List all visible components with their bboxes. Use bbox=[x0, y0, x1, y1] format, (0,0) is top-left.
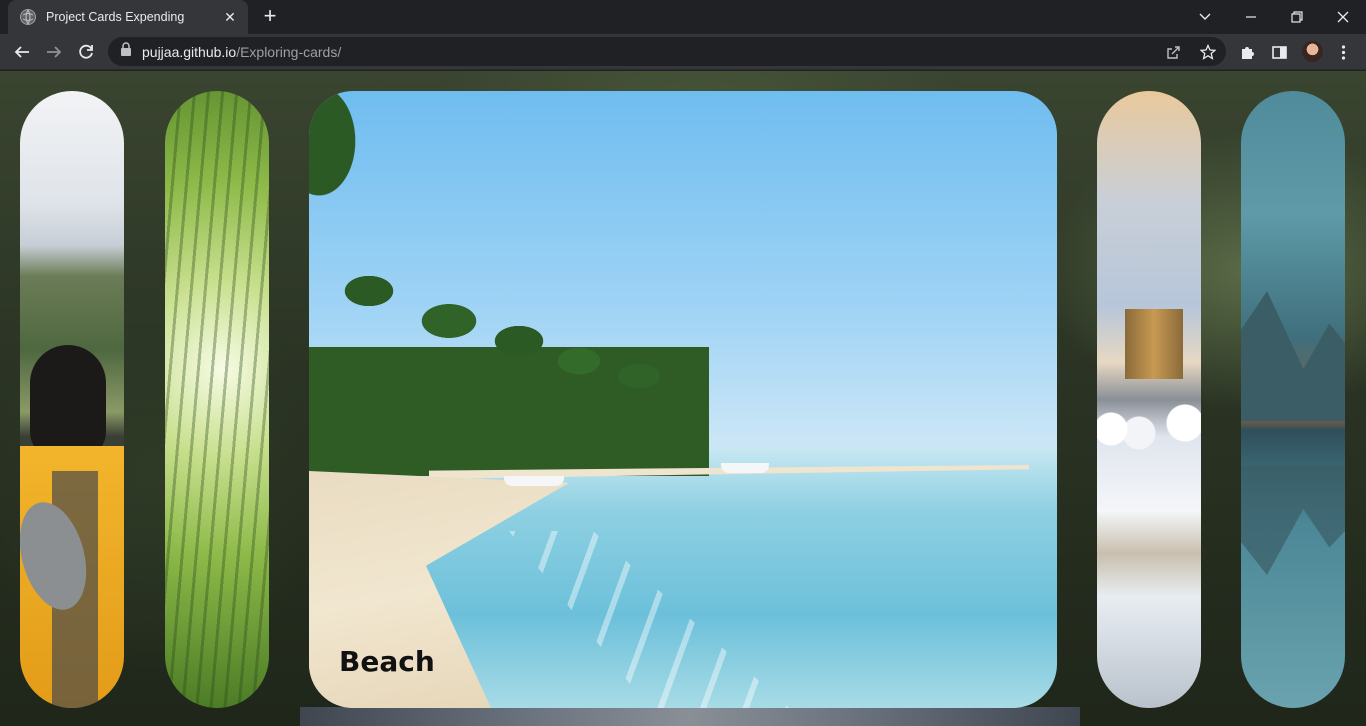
chevron-down-icon[interactable] bbox=[1182, 0, 1228, 34]
hiker-head bbox=[30, 345, 106, 460]
background-walkway bbox=[300, 707, 1080, 726]
card-label: Beach bbox=[339, 645, 435, 678]
window-close-icon[interactable] bbox=[1320, 0, 1366, 34]
close-icon[interactable]: ✕ bbox=[222, 9, 238, 26]
share-icon[interactable] bbox=[1164, 42, 1184, 62]
card-bamboo[interactable] bbox=[165, 91, 269, 708]
boat bbox=[721, 463, 769, 473]
page-content: Beach bbox=[0, 71, 1366, 726]
globe-icon bbox=[20, 9, 36, 25]
card-mountain-lake[interactable] bbox=[1241, 91, 1345, 708]
restore-icon[interactable] bbox=[1274, 0, 1320, 34]
palm-grove bbox=[309, 261, 709, 476]
snowy-trees bbox=[1097, 399, 1201, 459]
url-path: /Exploring-cards/ bbox=[236, 43, 342, 60]
mountain bbox=[1241, 291, 1345, 421]
city-tower bbox=[1125, 309, 1183, 379]
arrow-left-icon[interactable] bbox=[8, 38, 36, 66]
tab-strip: Project Cards Expending ✕ + bbox=[0, 0, 1366, 34]
kebab-menu-icon[interactable] bbox=[1332, 41, 1354, 63]
star-icon[interactable] bbox=[1198, 42, 1218, 62]
lock-icon[interactable] bbox=[120, 42, 132, 61]
card-hiker[interactable] bbox=[20, 91, 124, 708]
palm-fronds bbox=[309, 91, 389, 271]
card-beach[interactable]: Beach bbox=[309, 91, 1057, 708]
mountain-reflection bbox=[1241, 465, 1345, 575]
plus-icon[interactable]: + bbox=[258, 5, 282, 28]
arrow-right-icon[interactable] bbox=[40, 38, 68, 66]
card-snow-city[interactable] bbox=[1097, 91, 1201, 708]
puzzle-icon[interactable] bbox=[1236, 41, 1258, 63]
wave-foam bbox=[509, 531, 789, 708]
url-text: pujjaa.github.io/Exploring-cards/ bbox=[142, 44, 341, 60]
tab-title: Project Cards Expending bbox=[46, 10, 185, 24]
reload-icon[interactable] bbox=[72, 38, 100, 66]
avatar[interactable] bbox=[1302, 41, 1323, 62]
address-bar[interactable]: pujjaa.github.io/Exploring-cards/ bbox=[108, 37, 1226, 66]
minimize-icon[interactable] bbox=[1228, 0, 1274, 34]
url-host: pujjaa.github.io bbox=[142, 43, 237, 60]
tab-active[interactable]: Project Cards Expending ✕ bbox=[8, 0, 248, 34]
browser-toolbar: pujjaa.github.io/Exploring-cards/ bbox=[0, 34, 1366, 70]
boat bbox=[504, 476, 564, 486]
side-panel-icon[interactable] bbox=[1268, 41, 1290, 63]
